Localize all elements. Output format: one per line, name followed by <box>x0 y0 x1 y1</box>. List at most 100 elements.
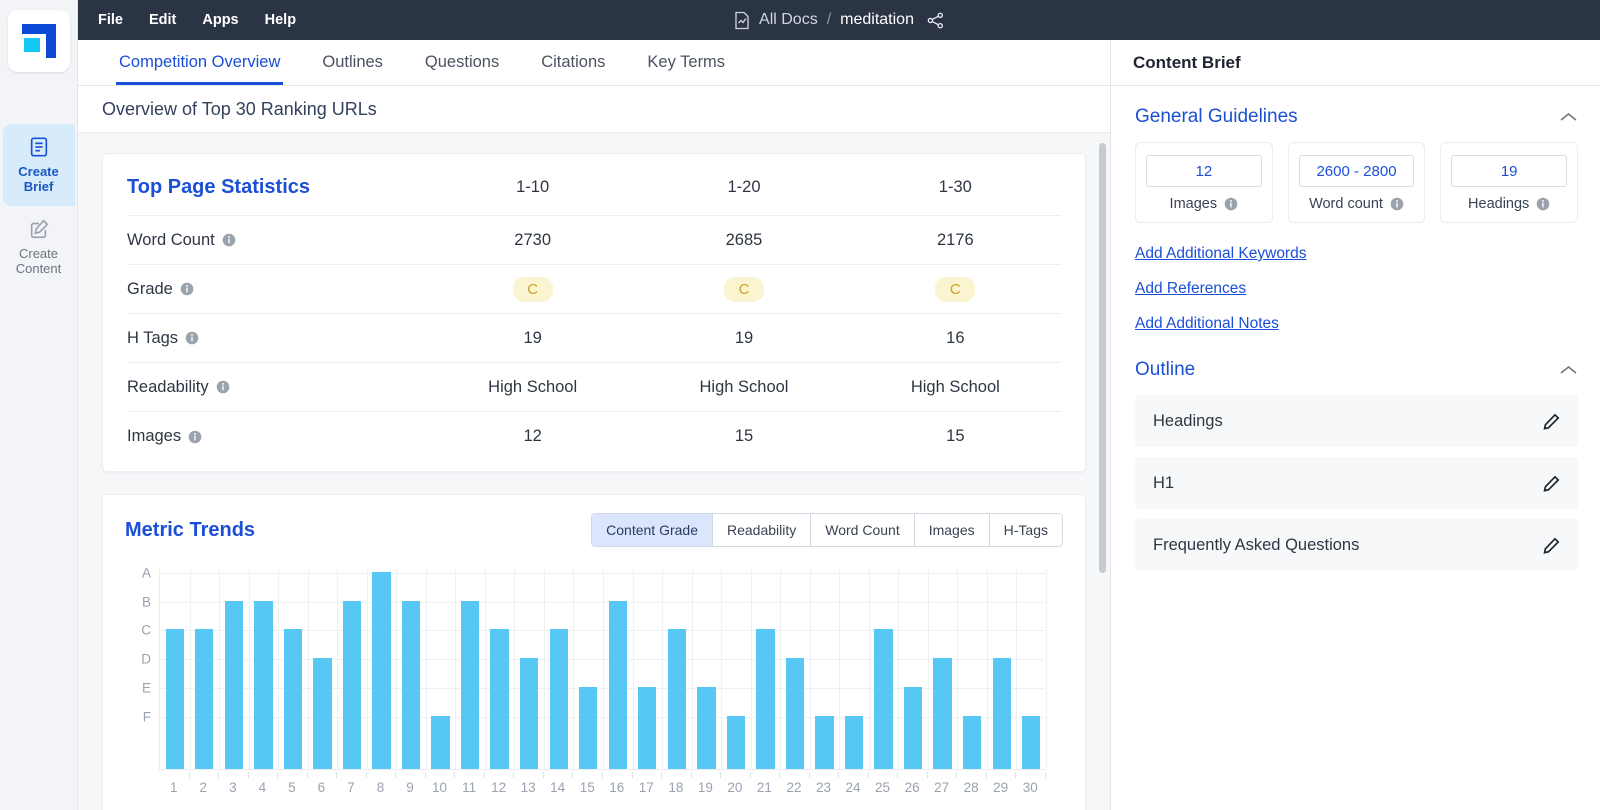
chart-bar[interactable] <box>874 629 892 769</box>
add-additional-notes-link[interactable]: Add Additional Notes <box>1135 315 1279 332</box>
link-row-keywords: Add Additional Keywords <box>1135 245 1578 263</box>
chart-bar[interactable] <box>579 687 597 769</box>
list-item[interactable]: Headings <box>1135 395 1578 447</box>
segment-content-grade[interactable]: Content Grade <box>592 514 713 546</box>
tab-key-terms[interactable]: Key Terms <box>626 40 746 85</box>
chart-bar[interactable] <box>431 716 449 769</box>
chart-x-tick <box>543 772 544 778</box>
tab-key-terms-label: Key Terms <box>647 53 725 72</box>
chart-x-tick <box>1015 772 1016 778</box>
sidebar-item-create-brief-label-2: Brief <box>24 179 54 194</box>
cell-word-count-1-20: 2685 <box>638 231 849 250</box>
info-icon[interactable] <box>1390 197 1404 211</box>
list-item[interactable]: Frequently Asked Questions <box>1135 519 1578 571</box>
chart-gridline-vertical <box>869 569 870 769</box>
chevron-up-icon[interactable] <box>1559 111 1578 123</box>
chart-x-tick <box>986 772 987 778</box>
tab-outlines[interactable]: Outlines <box>301 40 404 85</box>
menu-item-help[interactable]: Help <box>265 12 296 28</box>
tab-competition-overview[interactable]: Competition Overview <box>98 40 301 85</box>
chart-bar[interactable] <box>490 629 508 769</box>
chart-y-tick-label: B <box>142 594 151 609</box>
info-icon[interactable] <box>1224 197 1238 211</box>
chart-bar[interactable] <box>668 629 686 769</box>
app-logo[interactable] <box>8 10 70 72</box>
chart-bar[interactable] <box>609 601 627 769</box>
chart-bar[interactable] <box>313 658 331 769</box>
info-icon[interactable] <box>180 282 194 296</box>
segment-word-count[interactable]: Word Count <box>811 514 914 546</box>
chart-bar[interactable] <box>225 601 243 769</box>
chart-bar[interactable] <box>904 687 922 769</box>
chart-bar[interactable] <box>993 658 1011 769</box>
info-icon[interactable] <box>216 380 230 394</box>
chart-bar[interactable] <box>461 601 479 769</box>
add-additional-keywords-link[interactable]: Add Additional Keywords <box>1135 245 1306 262</box>
chart-bar[interactable] <box>254 601 272 769</box>
sidebar-item-create-content[interactable]: Create Content <box>3 206 75 288</box>
chart-bar[interactable] <box>520 658 538 769</box>
chevron-up-icon[interactable] <box>1559 364 1578 376</box>
segment-images[interactable]: Images <box>915 514 990 546</box>
list-item[interactable]: H1 <box>1135 457 1578 509</box>
info-icon[interactable] <box>188 430 202 444</box>
chart-bar[interactable] <box>756 629 774 769</box>
chart-y-tick-label: E <box>142 680 151 695</box>
segment-h-tags[interactable]: H-Tags <box>990 514 1062 546</box>
pencil-icon[interactable] <box>1543 537 1560 554</box>
chart-gridline-vertical <box>514 569 515 769</box>
chart-bar[interactable] <box>933 658 951 769</box>
chart-gridline-vertical <box>898 569 899 769</box>
images-label: Images <box>1170 196 1218 212</box>
main-pane: Overview of Top 30 Ranking URLs Top Page… <box>78 86 1110 810</box>
pencil-icon[interactable] <box>1543 413 1560 430</box>
chart-bar[interactable] <box>343 601 361 769</box>
guideline-cards: 12 Images 2600 - 2800 Word count <box>1135 142 1578 223</box>
share-icon[interactable] <box>927 12 944 29</box>
chart-bar[interactable] <box>284 629 302 769</box>
chart-x-tick-label: 27 <box>934 780 949 795</box>
pencil-icon[interactable] <box>1543 475 1560 492</box>
chart-x-tick <box>809 772 810 778</box>
chart-bar[interactable] <box>727 716 745 769</box>
tab-questions[interactable]: Questions <box>404 40 520 85</box>
chart-bar[interactable] <box>195 629 213 769</box>
tab-citations[interactable]: Citations <box>520 40 626 85</box>
images-input[interactable]: 12 <box>1146 155 1262 187</box>
chart-x-tick-label: 20 <box>727 780 742 795</box>
segment-readability[interactable]: Readability <box>713 514 811 546</box>
chart-gridline-vertical <box>692 569 693 769</box>
add-references-link[interactable]: Add References <box>1135 280 1246 297</box>
chart-x-tick <box>661 772 662 778</box>
chart-y-tick-label: C <box>141 623 151 638</box>
chart-bar[interactable] <box>815 716 833 769</box>
menu-item-apps[interactable]: Apps <box>202 12 238 28</box>
chart-bar[interactable] <box>372 572 390 769</box>
chart-bar[interactable] <box>963 716 981 769</box>
chart-gridline-vertical <box>367 569 368 769</box>
cell-word-count-1-30: 2176 <box>850 231 1061 250</box>
headings-input[interactable]: 19 <box>1451 155 1567 187</box>
chart-bar[interactable] <box>786 658 804 769</box>
chart-bar[interactable] <box>697 687 715 769</box>
sidebar-item-create-brief[interactable]: Create Brief <box>3 124 75 206</box>
chart-bar[interactable] <box>166 629 184 769</box>
chart-bar[interactable] <box>1022 716 1040 769</box>
info-icon[interactable] <box>185 331 199 345</box>
breadcrumb-current[interactable]: meditation <box>840 11 914 29</box>
chart-bar[interactable] <box>550 629 568 769</box>
main-pane-scrollbar[interactable] <box>1099 143 1106 573</box>
chart-x-tick <box>838 772 839 778</box>
chart-bar[interactable] <box>845 716 863 769</box>
chart-x-tick-label: 12 <box>491 780 506 795</box>
breadcrumb-all-docs[interactable]: All Docs <box>759 11 818 29</box>
menu-item-file[interactable]: File <box>98 12 123 28</box>
info-icon[interactable] <box>222 233 236 247</box>
info-icon[interactable] <box>1536 197 1550 211</box>
chart-bar[interactable] <box>402 601 420 769</box>
chart-bar[interactable] <box>638 687 656 769</box>
menu-item-edit[interactable]: Edit <box>149 12 176 28</box>
stats-label-text: Readability <box>127 378 209 397</box>
stats-col-1-20: 1-20 <box>638 178 849 197</box>
word-count-input[interactable]: 2600 - 2800 <box>1299 155 1415 187</box>
